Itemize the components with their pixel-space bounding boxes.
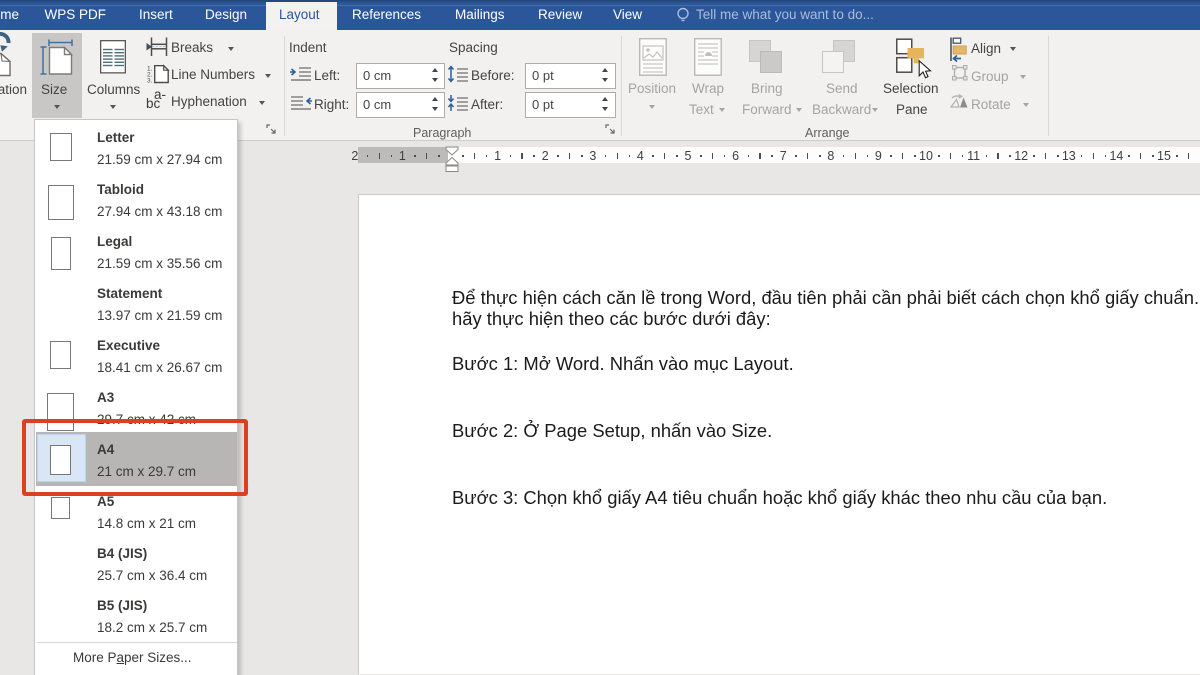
svg-text:3.: 3. (147, 77, 153, 84)
